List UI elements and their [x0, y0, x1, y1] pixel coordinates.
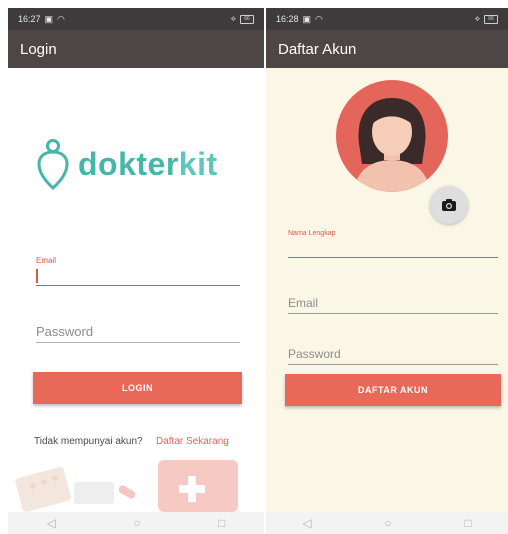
- change-photo-button[interactable]: [430, 186, 468, 224]
- email-field[interactable]: Email: [288, 296, 498, 314]
- back-icon[interactable]: ◁: [302, 516, 311, 530]
- email-input[interactable]: Email: [288, 296, 498, 314]
- medical-illustration: [15, 460, 238, 512]
- full-name-label: Nama Lengkap: [288, 230, 336, 237]
- email-label: Email: [36, 256, 57, 265]
- status-time: 16:27: [18, 14, 41, 24]
- page-title: Daftar Akun: [278, 40, 357, 58]
- status-bar: 16:27 ▣ ◠ ⟡ 66: [8, 8, 264, 30]
- profile-avatar[interactable]: [336, 80, 448, 192]
- page-title: Login: [20, 40, 57, 58]
- full-name-input[interactable]: [288, 237, 498, 258]
- wifi-icon: ◠: [57, 13, 65, 24]
- home-icon[interactable]: ○: [133, 516, 140, 530]
- back-icon[interactable]: ◁: [47, 516, 56, 530]
- logo-drop-icon: [37, 139, 69, 190]
- notification-icon: ▣: [44, 13, 54, 24]
- battery-icon: 66: [240, 14, 254, 24]
- status-bar: 16:28 ▣ ◠ ⟡ 66: [266, 8, 508, 30]
- recents-icon[interactable]: □: [218, 516, 225, 530]
- logo-text-part1: dokter: [78, 145, 179, 182]
- email-input[interactable]: [36, 265, 240, 286]
- password-field[interactable]: Password: [288, 347, 498, 365]
- email-field[interactable]: Email: [36, 256, 240, 286]
- vibrate-icon: ⟡: [230, 14, 236, 23]
- full-name-field[interactable]: Nama Lengkap: [288, 230, 498, 258]
- notification-icon: ▣: [302, 13, 312, 24]
- dokterkit-logo: dokterkit: [36, 138, 218, 190]
- login-screen: 16:27 ▣ ◠ ⟡ 66 Login dokterkit Email Pas…: [8, 8, 264, 534]
- logo-text-part2: kit: [178, 145, 218, 182]
- recents-icon[interactable]: □: [464, 516, 471, 530]
- register-now-link[interactable]: Daftar Sekarang: [156, 436, 229, 447]
- text-cursor: [36, 269, 38, 283]
- home-icon[interactable]: ○: [384, 516, 391, 530]
- register-account-button[interactable]: DAFTAR AKUN: [285, 374, 501, 406]
- navigation-bar: ◁ ○ □: [266, 512, 508, 534]
- vibrate-icon: ⟡: [474, 14, 480, 23]
- password-field[interactable]: Password: [36, 324, 240, 343]
- camera-icon: [442, 199, 456, 211]
- app-bar: Login: [8, 30, 264, 68]
- login-button[interactable]: LOGIN: [33, 372, 242, 404]
- login-content: dokterkit Email Password LOGIN Tidak mem…: [8, 68, 264, 512]
- no-account-text: Tidak mempunyai akun?: [34, 436, 143, 447]
- password-input[interactable]: Password: [36, 324, 240, 343]
- password-input[interactable]: Password: [288, 347, 498, 365]
- wifi-icon: ◠: [315, 13, 323, 24]
- app-bar: Daftar Akun: [266, 30, 508, 68]
- battery-icon: 66: [484, 14, 498, 24]
- register-screen: 16:28 ▣ ◠ ⟡ 66 Daftar Akun Nama Lengkap …: [266, 8, 508, 534]
- register-content: Nama Lengkap Email Password DAFTAR AKUN: [266, 68, 508, 512]
- status-time: 16:28: [276, 14, 299, 24]
- navigation-bar: ◁ ○ □: [8, 512, 264, 534]
